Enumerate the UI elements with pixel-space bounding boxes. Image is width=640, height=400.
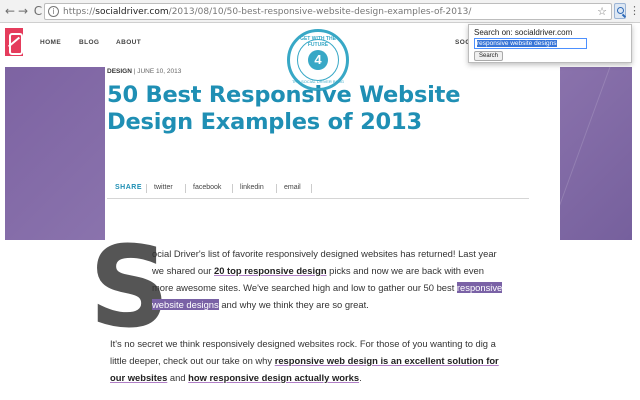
url-text[interactable]: https://socialdriver.com/2013/08/10/50-b… [63,6,471,18]
forward-icon[interactable]: → [15,3,31,19]
intro-line-4: website designs and why we think they ar… [152,296,502,313]
nav-about[interactable]: ABOUT [116,39,141,46]
second-paragraph: It's no secret we think responsively des… [110,335,499,386]
url-host: socialdriver.com [95,7,169,17]
second-line-2: little deeper, check out our take on why… [110,352,499,369]
site-logo[interactable] [5,28,23,56]
intro-text: and why we think they are so great. [218,299,369,310]
intro-line-1: ocial Driver's list of favorite responsi… [152,248,497,259]
search-highlight: website designs [152,299,219,310]
article-category[interactable]: DESIGN [107,68,132,75]
link-responsive-web-design-solution[interactable]: responsive web design is an excellent so… [275,355,499,366]
share-divider [146,184,147,193]
browser-menu-icon[interactable]: ⋮ [629,4,640,18]
hero-band-left [5,67,105,240]
body-text: little deeper, check out our take on why [110,355,275,366]
search-highlight: responsive [456,282,503,293]
nav-blog[interactable]: BLOG [79,39,99,46]
link-responsive-web-design-solution-cont[interactable]: our websites [110,372,167,383]
share-linkedin[interactable]: linkedin [240,184,264,191]
intro-text: picks and now we are back with even [326,265,484,276]
search-button[interactable]: Search [474,51,504,61]
link-20-top-responsive-design[interactable]: 20 top responsive design [214,265,327,276]
share-label: SHARE [115,184,143,191]
nav-home[interactable]: HOME [40,39,61,46]
article-date: | JUNE 10, 2013 [131,68,182,75]
intro-line-3: more awesome sites. We've searched high … [152,279,503,296]
browser-toolbar: ← → C i https://socialdriver.com/2013/08… [0,0,640,23]
address-bar[interactable]: i https://socialdriver.com/2013/08/10/50… [44,3,612,20]
share-divider [185,184,186,193]
url-scheme: https:// [63,7,96,17]
url-path: /2013/08/10/50-best-responsive-website-d… [168,7,472,17]
intro-line-2: we shared our 20 top responsive design p… [152,262,502,279]
second-line-1: It's no secret we think responsively des… [110,338,496,349]
second-line-3: our websites and how responsive design a… [110,369,499,386]
site-search-input[interactable]: responsive website designs [474,38,587,49]
body-text: and [167,372,189,383]
hero-band-right [560,67,632,240]
intro-paragraph: ocial Driver's list of favorite responsi… [152,245,503,313]
selected-query-text: responsive website designs [477,40,557,47]
article-title: 50 Best Responsive Website Design Exampl… [107,82,461,135]
share-twitter[interactable]: twitter [154,184,173,191]
share-divider [276,184,277,193]
article-meta: DESIGN | JUNE 10, 2013 [107,68,181,75]
magnifier-icon [617,7,624,14]
share-bar: SHARE twitter facebook linkedin email [107,180,529,199]
share-email[interactable]: email [284,184,301,191]
bookmark-star-icon[interactable]: ☆ [597,4,607,19]
share-facebook[interactable]: facebook [193,184,221,191]
body-text: . [359,372,362,383]
link-how-responsive-design-works[interactable]: how responsive design actually works [188,372,359,383]
intro-text: more awesome sites. We've searched high … [152,282,457,293]
intro-text: we shared our [152,265,215,276]
popup-label: Search on: socialdriver.com [474,28,573,37]
site-search-popup: Search on: socialdriver.com responsive w… [468,24,632,63]
search-extension-button[interactable] [614,3,626,19]
info-icon[interactable]: i [48,6,59,17]
share-divider [311,184,312,193]
badge-core: 4 [308,50,328,70]
share-divider [232,184,233,193]
